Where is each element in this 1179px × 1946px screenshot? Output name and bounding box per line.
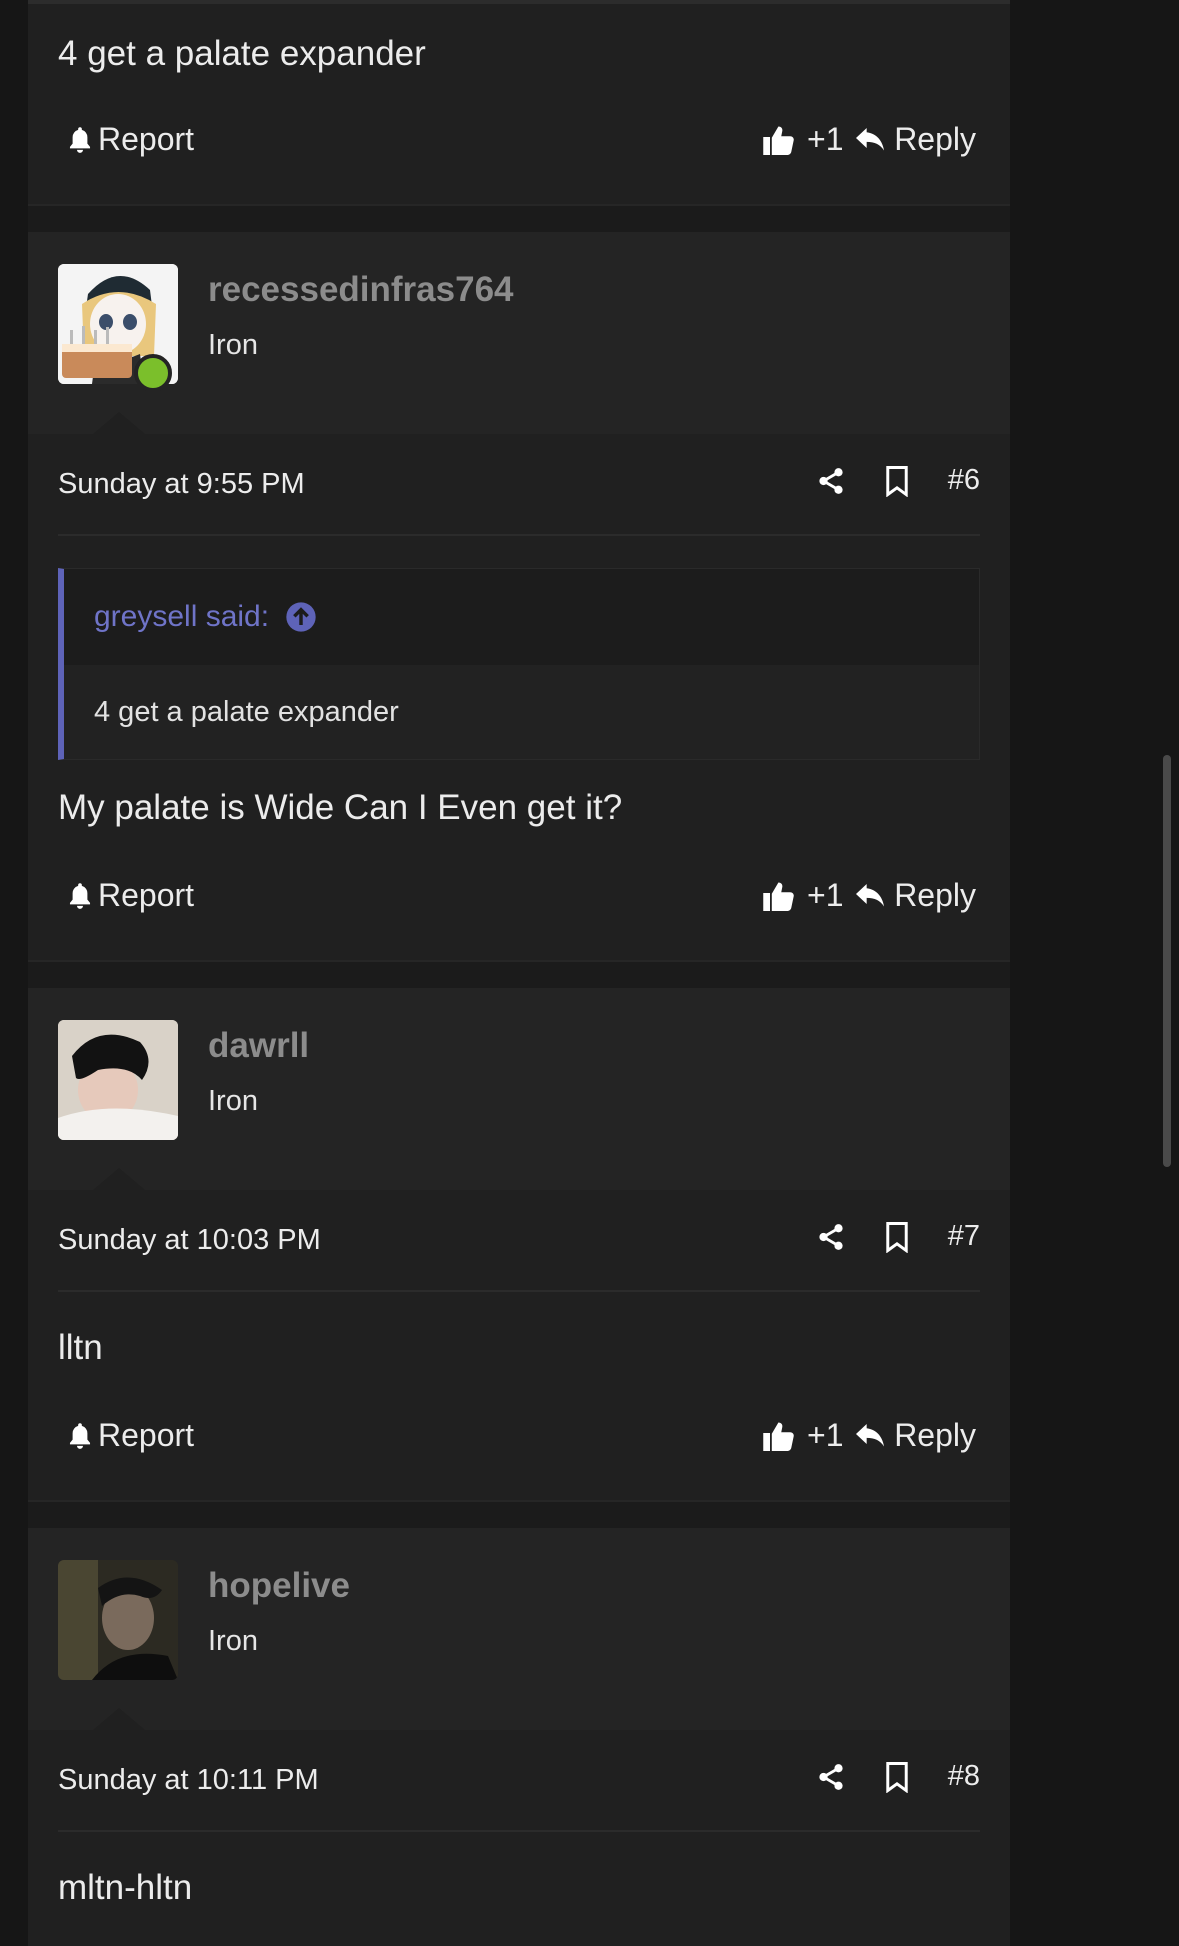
like-count: +1 — [807, 877, 844, 913]
share-icon[interactable] — [816, 1761, 846, 1793]
post-number[interactable]: #8 — [948, 1760, 980, 1793]
reply-label: Reply — [894, 877, 976, 913]
post-6-user: recessedinfras764 Iron — [28, 232, 1010, 434]
post-separator — [28, 1500, 1010, 1502]
reply-label: Reply — [894, 121, 976, 157]
post-timestamp[interactable]: Sunday at 9:55 PM — [58, 468, 305, 501]
like-button[interactable]: +1 — [761, 1417, 843, 1454]
bell-icon — [69, 882, 91, 909]
arrow-up-circle-icon[interactable] — [285, 601, 317, 633]
post-divider — [58, 1830, 980, 1832]
post-actions: Report +1 Reply — [58, 1417, 980, 1461]
report-button[interactable]: Report — [66, 121, 194, 158]
reply-button[interactable]: Reply — [854, 121, 976, 158]
post-timestamp[interactable]: Sunday at 10:03 PM — [58, 1224, 321, 1257]
bell-icon — [69, 126, 91, 153]
reply-button[interactable]: Reply — [854, 877, 976, 914]
reply-icon — [856, 883, 885, 907]
post-divider — [58, 1290, 980, 1292]
username-link[interactable]: recessedinfras764 — [208, 270, 514, 310]
post-7-user: dawrll Iron — [28, 988, 1010, 1190]
reply-icon — [856, 127, 885, 151]
post-number[interactable]: #7 — [948, 1220, 980, 1253]
post-actions: Report +1 Reply — [58, 121, 980, 165]
thread-column: 4 get a palate expander Report +1 Reply — [28, 0, 1010, 1946]
report-button[interactable]: Report — [66, 1417, 194, 1454]
like-count: +1 — [807, 1417, 844, 1453]
bookmark-icon[interactable] — [884, 1761, 910, 1793]
like-count: +1 — [807, 121, 844, 157]
post-actions: Report +1 Reply — [58, 877, 980, 921]
page-scrollbar[interactable] — [1163, 755, 1171, 1167]
user-rank: Iron — [208, 329, 258, 361]
online-status-dot — [134, 354, 172, 392]
post-meta-icons: #6 — [816, 464, 980, 497]
quote-header[interactable]: greysell said: — [64, 569, 979, 665]
post-separator — [28, 204, 1010, 206]
reply-icon — [856, 1423, 885, 1447]
pointer-notch — [93, 1708, 145, 1730]
reply-button[interactable]: Reply — [854, 1417, 976, 1454]
report-label: Report — [98, 121, 195, 157]
bookmark-icon[interactable] — [884, 465, 910, 497]
report-label: Report — [98, 1417, 195, 1453]
bookmark-icon[interactable] — [884, 1221, 910, 1253]
thumbs-up-icon — [763, 1422, 794, 1451]
username-link[interactable]: dawrll — [208, 1026, 309, 1066]
post-meta-icons: #8 — [816, 1760, 980, 1793]
bell-icon — [69, 1422, 91, 1449]
pointer-notch — [93, 1168, 145, 1190]
report-label: Report — [98, 877, 195, 913]
reply-label: Reply — [894, 1417, 976, 1453]
post-5-body: 4 get a palate expander Report +1 Reply — [28, 0, 1010, 204]
pointer-notch — [93, 412, 145, 434]
user-rank: Iron — [208, 1625, 258, 1657]
post-8-body: Sunday at 10:11 PM #8 mltn-hltn — [28, 1730, 1010, 1946]
post-7-body: Sunday at 10:03 PM #7 lltn Report +1 Rep… — [28, 1190, 1010, 1500]
post-message: mltn-hltn — [58, 1868, 193, 1907]
thumbs-up-icon — [763, 882, 794, 911]
post-separator — [28, 960, 1010, 962]
like-button[interactable]: +1 — [761, 121, 843, 158]
post-number[interactable]: #6 — [948, 464, 980, 497]
post-divider — [28, 0, 1010, 4]
like-button[interactable]: +1 — [761, 877, 843, 914]
avatar[interactable] — [58, 1560, 178, 1680]
quote-text: 4 get a palate expander — [64, 665, 979, 759]
photo-avatar-image — [58, 1560, 178, 1680]
report-button[interactable]: Report — [66, 877, 194, 914]
user-rank: Iron — [208, 1085, 258, 1117]
quote-block: greysell said: 4 get a palate expander — [58, 568, 980, 760]
post-timestamp[interactable]: Sunday at 10:11 PM — [58, 1764, 319, 1797]
avatar[interactable] — [58, 1020, 178, 1140]
thumbs-up-icon — [763, 126, 794, 155]
share-icon[interactable] — [816, 465, 846, 497]
username-link[interactable]: hopelive — [208, 1566, 350, 1606]
post-message: My palate is Wide Can I Even get it? — [58, 788, 623, 827]
photo-avatar-image — [58, 1020, 178, 1140]
post-message: 4 get a palate expander — [58, 34, 426, 73]
post-divider — [58, 534, 980, 536]
post-6-body: Sunday at 9:55 PM #6 greysell said: 4 ge… — [28, 434, 1010, 960]
post-message: lltn — [58, 1328, 103, 1367]
post-8-user: hopelive Iron — [28, 1528, 1010, 1730]
share-icon[interactable] — [816, 1221, 846, 1253]
quote-author[interactable]: greysell said: — [94, 600, 269, 634]
post-meta-icons: #7 — [816, 1220, 980, 1253]
